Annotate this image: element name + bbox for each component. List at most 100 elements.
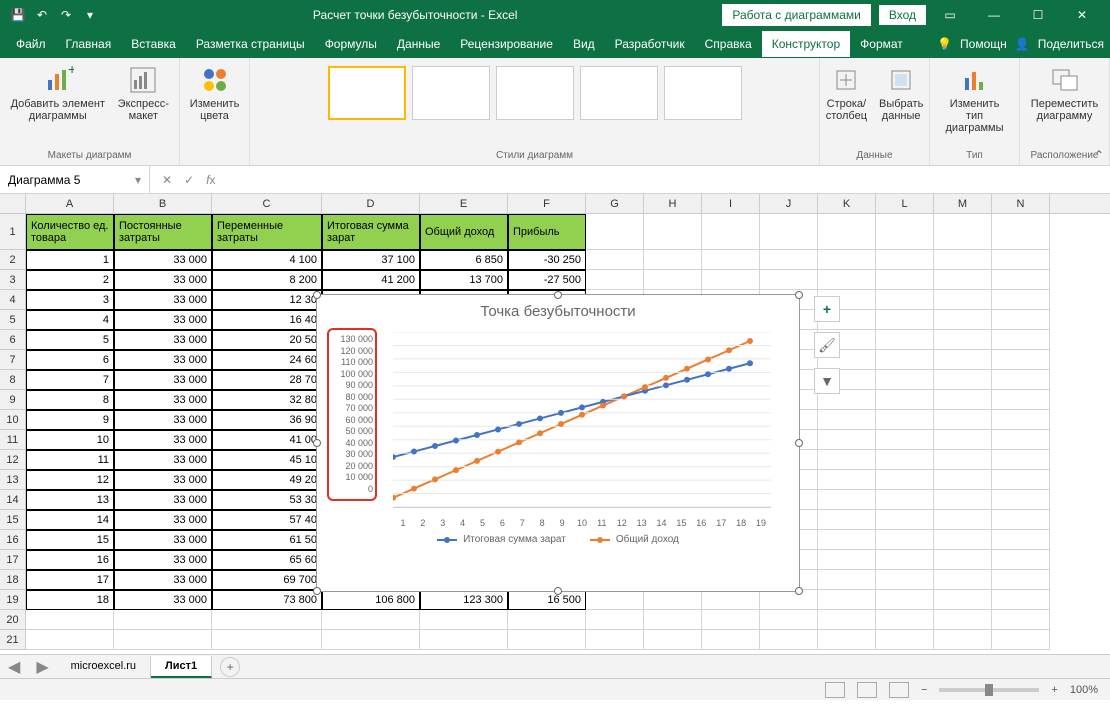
zoom-in-icon[interactable]: +	[1051, 684, 1057, 696]
cell[interactable]	[934, 510, 992, 530]
chart-filters-button[interactable]: ▼	[814, 368, 840, 394]
collapse-ribbon-icon[interactable]: ⌃	[1094, 148, 1104, 162]
table-cell[interactable]: 16	[26, 550, 114, 570]
col-header[interactable]: M	[934, 194, 992, 213]
col-header[interactable]: J	[760, 194, 818, 213]
table-cell[interactable]: 106 800	[322, 590, 420, 610]
cell[interactable]	[934, 270, 992, 290]
cell[interactable]	[322, 610, 420, 630]
cell[interactable]	[760, 214, 818, 250]
cell[interactable]	[876, 430, 934, 450]
table-cell[interactable]: 6 850	[420, 250, 508, 270]
cell[interactable]	[992, 490, 1050, 510]
table-cell[interactable]: 13 700	[420, 270, 508, 290]
cell[interactable]	[876, 470, 934, 490]
menu-справка[interactable]: Справка	[695, 31, 762, 57]
row-header[interactable]: 7	[0, 350, 26, 370]
table-cell[interactable]: 33 000	[114, 570, 212, 590]
cell[interactable]	[818, 490, 876, 510]
accept-formula-icon[interactable]: ✓	[184, 173, 194, 187]
row-header[interactable]: 9	[0, 390, 26, 410]
table-header[interactable]: Прибыль	[508, 214, 586, 250]
select-data-button[interactable]: Выбрать данные	[877, 62, 925, 124]
cell[interactable]	[586, 590, 644, 610]
col-header[interactable]: G	[586, 194, 644, 213]
table-cell[interactable]: 28 70	[212, 370, 322, 390]
login-button[interactable]: Вход	[879, 5, 926, 25]
chart-handle[interactable]	[795, 291, 803, 299]
row-header[interactable]: 5	[0, 310, 26, 330]
save-icon[interactable]: 💾	[10, 7, 26, 23]
chart-y-axis[interactable]: 130 000120 000110 000100 00090 00080 000…	[327, 328, 377, 501]
cell[interactable]	[934, 610, 992, 630]
cell[interactable]	[212, 630, 322, 650]
table-cell[interactable]: 36 90	[212, 410, 322, 430]
cell[interactable]	[818, 470, 876, 490]
menu-разработчик[interactable]: Разработчик	[605, 31, 695, 57]
cell[interactable]	[934, 570, 992, 590]
cell[interactable]	[992, 290, 1050, 310]
table-cell[interactable]: 45 10	[212, 450, 322, 470]
table-cell[interactable]: 17	[26, 570, 114, 590]
menu-главная[interactable]: Главная	[56, 31, 122, 57]
cell[interactable]	[644, 270, 702, 290]
cell[interactable]	[876, 290, 934, 310]
cell[interactable]	[934, 350, 992, 370]
style-thumb-2[interactable]	[412, 66, 490, 120]
table-cell[interactable]: 33 000	[114, 450, 212, 470]
chart-handle[interactable]	[554, 291, 562, 299]
cell[interactable]	[760, 270, 818, 290]
cell[interactable]	[992, 530, 1050, 550]
style-thumb-4[interactable]	[580, 66, 658, 120]
cell[interactable]	[992, 630, 1050, 650]
menu-данные[interactable]: Данные	[387, 31, 450, 57]
cell[interactable]	[876, 214, 934, 250]
name-box[interactable]: Диаграмма 5▾	[0, 166, 150, 193]
cell[interactable]	[876, 610, 934, 630]
ribbon-display-icon[interactable]: ▭	[930, 0, 970, 30]
cell[interactable]	[818, 450, 876, 470]
col-header[interactable]: L	[876, 194, 934, 213]
table-cell[interactable]: 1	[26, 250, 114, 270]
cell[interactable]	[992, 550, 1050, 570]
col-header[interactable]: F	[508, 194, 586, 213]
cell[interactable]	[760, 250, 818, 270]
table-cell[interactable]: 3	[26, 290, 114, 310]
cell[interactable]	[818, 410, 876, 430]
chart-x-axis[interactable]: 12345678910111213141516171819	[393, 518, 771, 528]
row-header[interactable]: 16	[0, 530, 26, 550]
table-cell[interactable]: 49 20	[212, 470, 322, 490]
menu-рецензирование[interactable]: Рецензирование	[450, 31, 563, 57]
table-cell[interactable]: 9	[26, 410, 114, 430]
table-cell[interactable]: 24 60	[212, 350, 322, 370]
row-header[interactable]: 8	[0, 370, 26, 390]
chart-handle[interactable]	[313, 291, 321, 299]
share-icon[interactable]: 👤	[1015, 37, 1030, 51]
table-cell[interactable]: 37 100	[322, 250, 420, 270]
cell[interactable]	[876, 490, 934, 510]
cell[interactable]	[934, 250, 992, 270]
table-cell[interactable]: 33 000	[114, 490, 212, 510]
table-cell[interactable]: 69 700	[212, 570, 322, 590]
cell[interactable]	[26, 610, 114, 630]
cell[interactable]	[876, 330, 934, 350]
menu-формат[interactable]: Формат	[850, 31, 913, 57]
row-header[interactable]: 14	[0, 490, 26, 510]
table-cell[interactable]: 16 500	[508, 590, 586, 610]
cell[interactable]	[992, 350, 1050, 370]
zoom-slider[interactable]	[939, 688, 1039, 692]
zoom-level[interactable]: 100%	[1070, 684, 1098, 696]
cell[interactable]	[818, 530, 876, 550]
table-cell[interactable]: 61 50	[212, 530, 322, 550]
cell[interactable]	[876, 270, 934, 290]
cell[interactable]	[586, 610, 644, 630]
cell[interactable]	[644, 590, 702, 610]
table-cell[interactable]: 33 000	[114, 370, 212, 390]
cell[interactable]	[934, 490, 992, 510]
table-cell[interactable]: 4 100	[212, 250, 322, 270]
chart-handle[interactable]	[795, 439, 803, 447]
table-cell[interactable]: 16 40	[212, 310, 322, 330]
table-cell[interactable]: 33 000	[114, 250, 212, 270]
cell[interactable]	[992, 610, 1050, 630]
cell[interactable]	[992, 330, 1050, 350]
